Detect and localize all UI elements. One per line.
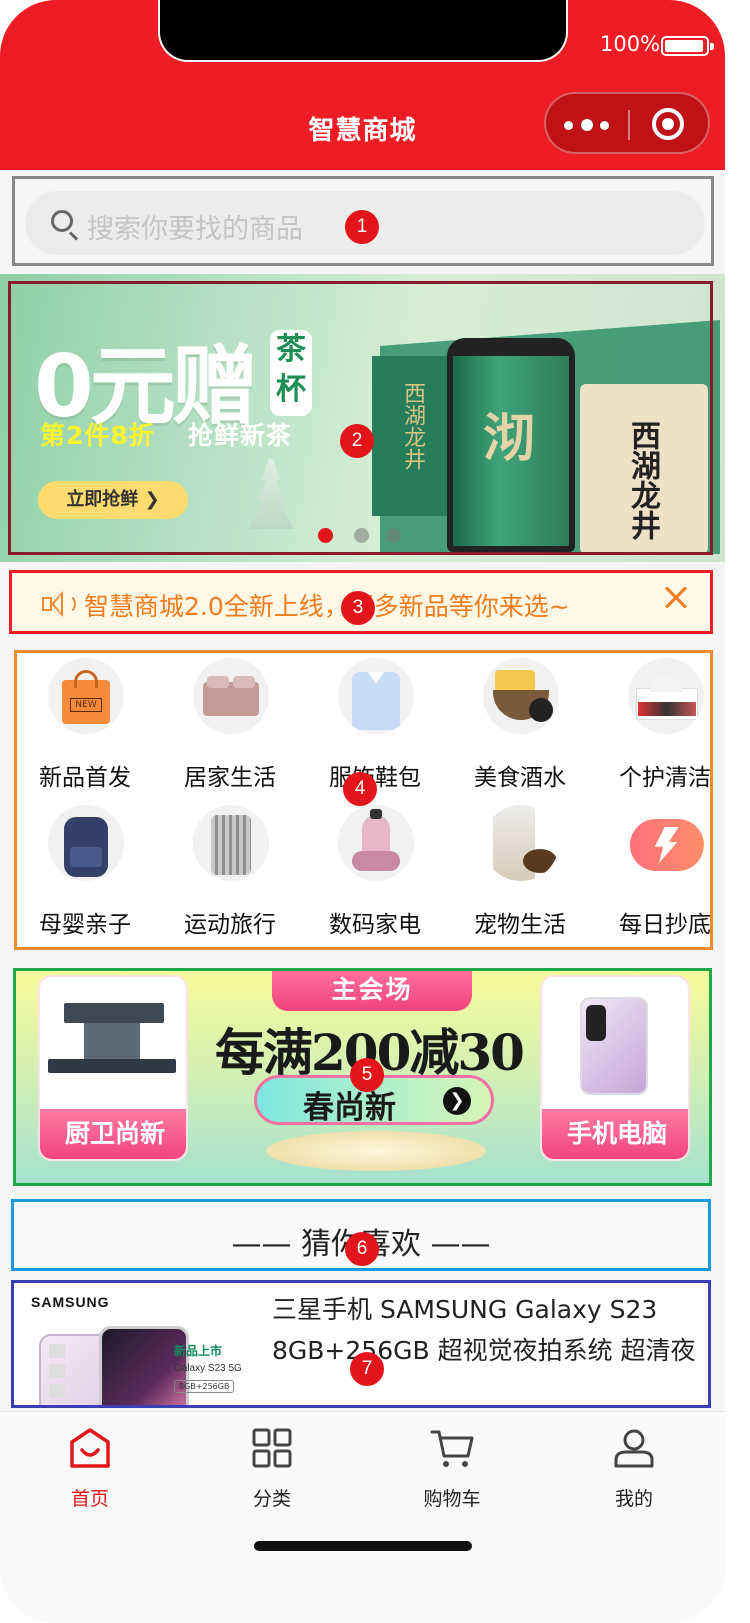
promo-stage (266, 1131, 486, 1171)
promo-card-phone[interactable]: 手机电脑 (540, 975, 690, 1161)
tab-home[interactable]: 首页 (30, 1428, 150, 1518)
tissue-box-icon (628, 658, 704, 734)
category-item[interactable]: 宠物生活 (450, 805, 590, 945)
backpack-icon (48, 805, 124, 881)
product-card[interactable]: SAMSUNG 新品上市 Galaxy S23 5G 8GB+256GB 三星手… (11, 1280, 711, 1408)
bedding-icon (193, 658, 269, 734)
category-item[interactable]: 个护清洁 (595, 658, 725, 798)
close-icon[interactable] (662, 583, 692, 613)
category-label: 新品首发 (39, 765, 131, 791)
annotation-marker: 6 (345, 1232, 379, 1266)
promo-tag: 主会场 (272, 971, 472, 1011)
arrow-right-icon: ❯ (443, 1087, 471, 1115)
tea-pack-label: 西湖龙井 (625, 420, 660, 540)
category-label: 宠物生活 (474, 912, 566, 938)
tea-tin-glyph: 沏 (483, 409, 536, 469)
pagoda-icon (248, 459, 294, 529)
annotation-marker: 7 (350, 1352, 384, 1386)
home-indicator (254, 1541, 472, 1551)
capsule-divider (628, 110, 630, 140)
noodle-bowl-icon (483, 658, 559, 734)
range-hood-image (64, 1003, 164, 1023)
battery-percentage: 100% (600, 32, 661, 56)
product-spec: 8GB+256GB (174, 1380, 235, 1393)
speaker-icon (42, 591, 76, 617)
user-icon (614, 1429, 654, 1468)
product-image: SAMSUNG 新品上市 Galaxy S23 5G 8GB+256GB (19, 1286, 257, 1405)
promo-card-label: 厨卫尚新 (40, 1109, 186, 1159)
category-item[interactable]: 运动旅行 (160, 805, 300, 945)
tab-category[interactable]: 分类 (212, 1428, 332, 1518)
category-item[interactable]: 母婴亲子 (15, 805, 155, 945)
tab-label: 我的 (614, 1488, 653, 1510)
shopping-bag-icon: NEW (48, 658, 124, 734)
nav-bar: 100% 智慧商城 (0, 0, 725, 170)
promo-cta-label: 春尚新 (303, 1090, 396, 1126)
category-label: 每日抄底 (619, 912, 711, 938)
more-dots-icon[interactable] (564, 119, 612, 131)
category-item[interactable]: 服饰鞋包 (305, 658, 445, 798)
annotation-marker: 4 (343, 772, 377, 806)
battery-icon (661, 36, 714, 56)
tab-cart[interactable]: 购物车 (392, 1428, 512, 1518)
tea-box-label: 西湖龙井 (400, 382, 425, 470)
category-label: 数码家电 (329, 912, 421, 938)
search-placeholder: 搜索你要找的商品 (87, 214, 303, 245)
product-title: 三星手机 SAMSUNG Galaxy S23 8GB+256GB 超视觉夜拍系… (272, 1295, 696, 1365)
category-label: 美食酒水 (474, 765, 566, 791)
tab-label: 购物车 (423, 1488, 481, 1510)
annotation-marker: 1 (345, 210, 379, 244)
promo-card-kitchen[interactable]: 厨卫尚新 (38, 975, 188, 1161)
banner-subtitle-tea: 抢鲜新茶 (188, 421, 293, 450)
mite-vacuum-icon (338, 805, 414, 881)
annotation-marker: 3 (341, 591, 375, 625)
banner-carousel[interactable]: 0元赠 茶杯 第2件8折 抢鲜新茶 立即抢鲜 ❯ 西湖龙井 沏 西湖龙井 (0, 274, 725, 562)
annotation-marker: 5 (350, 1058, 384, 1092)
banner-subtitle-discount: 第2件8折 (40, 421, 155, 450)
tea-tin-image: 沏 (447, 338, 575, 552)
tab-label: 首页 (70, 1488, 109, 1510)
carousel-dot[interactable] (386, 528, 401, 543)
product-model: Galaxy S23 5G (174, 1363, 242, 1374)
category-item[interactable]: 美食酒水 (450, 658, 590, 798)
notice-text: 智慧商城2.0全新上线，更多新品等你来选~ (84, 592, 570, 621)
capsule-close-icon[interactable] (652, 108, 684, 140)
category-label: 居家生活 (184, 765, 276, 791)
category-item[interactable]: 每日抄底 (595, 805, 725, 945)
carousel-dot[interactable] (354, 528, 369, 543)
banner-buy-button[interactable]: 立即抢鲜 ❯ (38, 481, 188, 519)
category-item[interactable]: 数码家电 (305, 805, 445, 945)
lightning-deal-icon (628, 805, 704, 881)
product-image-caption: 新品上市 Galaxy S23 5G 8GB+256GB (174, 1342, 256, 1393)
shirt-icon (338, 658, 414, 734)
banner-badge: 茶杯 (270, 330, 312, 416)
notch (158, 0, 568, 62)
grid-icon (252, 1428, 292, 1468)
home-icon (70, 1428, 110, 1468)
tea-gift-box: 西湖龙井 (372, 356, 454, 516)
promo-card-label: 手机电脑 (542, 1109, 688, 1159)
suitcase-icon (193, 805, 269, 881)
tea-paper-pack: 西湖龙井 (580, 384, 708, 554)
tab-bar: 首页 分类 购物车 我的 (0, 1411, 725, 1623)
new-arrival-label: 新品上市 (174, 1344, 223, 1358)
tab-profile[interactable]: 我的 (574, 1428, 694, 1518)
cart-icon (430, 1430, 474, 1467)
carousel-indicators (318, 528, 418, 544)
carousel-dot[interactable] (318, 528, 333, 543)
search-icon (51, 210, 73, 232)
annotation-marker: 2 (340, 424, 374, 458)
category-item[interactable]: NEW 新品首发 (15, 658, 155, 798)
mini-program-capsule (544, 92, 710, 154)
phone-frame: 100% 智慧商城 搜索你要找的商品 0元赠 茶杯 第2件8折 抢鲜新茶 立即抢… (0, 0, 725, 1623)
tab-label: 分类 (252, 1488, 291, 1510)
category-label: 个护清洁 (619, 765, 711, 791)
category-label: 运动旅行 (184, 912, 276, 938)
category-label: 母婴亲子 (39, 912, 131, 938)
product-brand: SAMSUNG (31, 1294, 110, 1310)
pet-food-icon (483, 805, 559, 881)
category-item[interactable]: 居家生活 (160, 658, 300, 798)
